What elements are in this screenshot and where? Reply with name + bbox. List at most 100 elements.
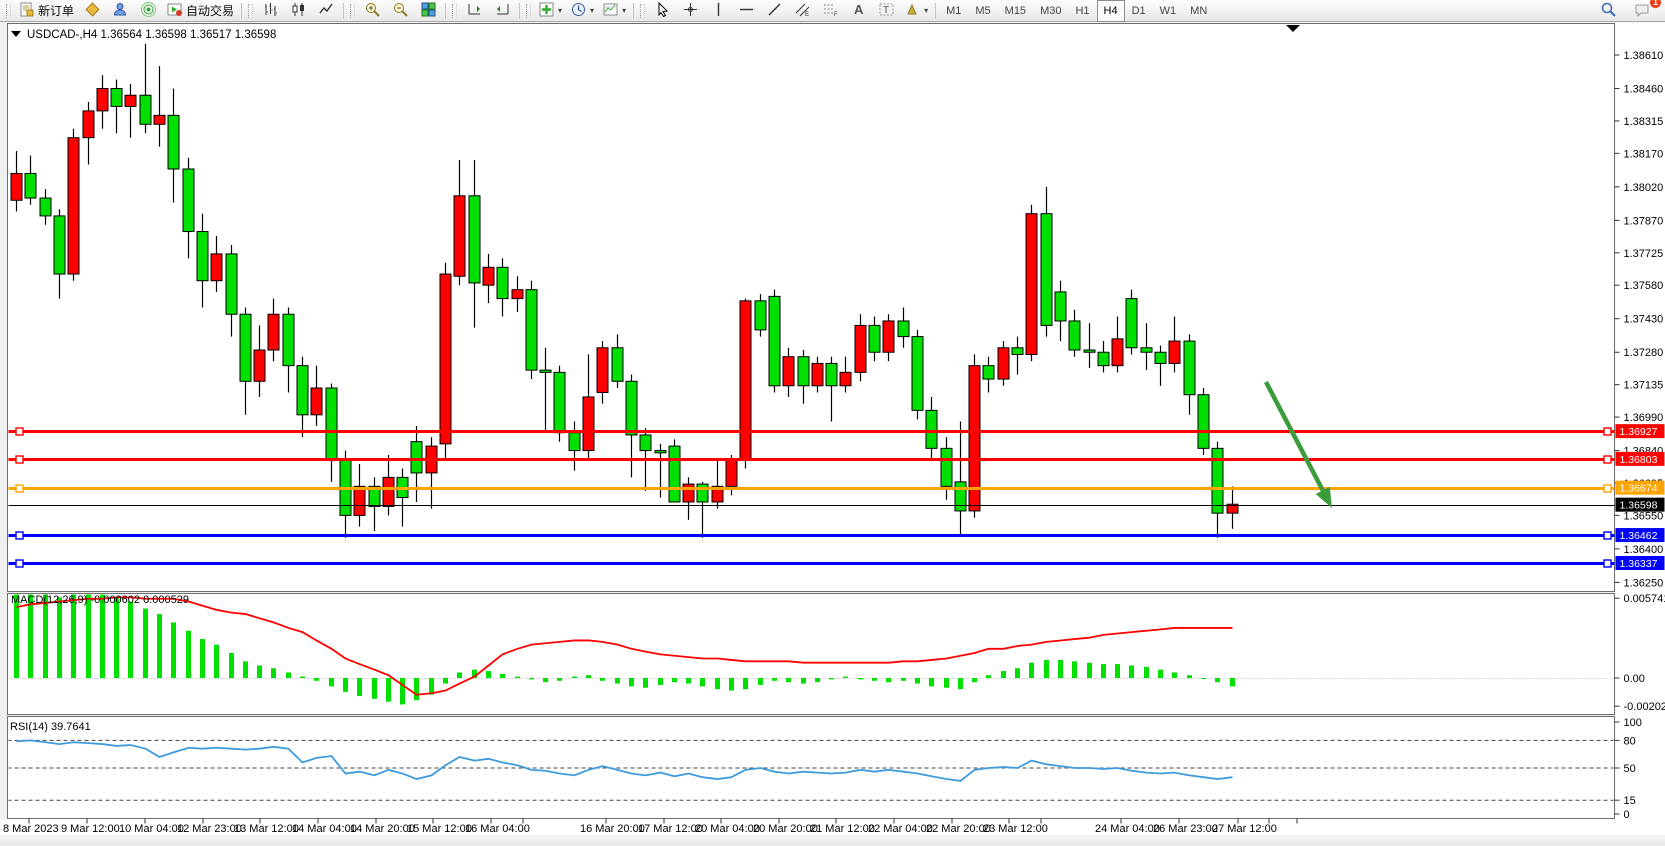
line-handle[interactable] [1604,560,1611,567]
indicators-button[interactable]: ▾ [534,0,566,22]
line-handle[interactable] [16,560,23,567]
line-handle[interactable] [16,456,23,463]
vertical-line-button[interactable] [704,0,732,22]
line-handle[interactable] [1604,485,1611,492]
auto-scroll-button[interactable] [488,0,516,22]
svg-text:13 Mar 12:00: 13 Mar 12:00 [234,823,299,835]
trading-terminal: { "toolbar": { "groups": [ {"items":[{"n… [0,0,1665,841]
text-label-button[interactable]: T [872,0,900,22]
tile-windows-button[interactable] [414,0,442,22]
text-icon: A [850,1,867,21]
svg-text:1.37870: 1.37870 [1624,215,1664,227]
svg-text:E: E [805,12,809,18]
svg-text:15 Mar 12:00: 15 Mar 12:00 [407,823,472,835]
svg-text:0.005741: 0.005741 [1624,593,1665,605]
timeframe-m30-button[interactable]: M30 [1033,0,1068,22]
new-order-button[interactable]: 新订单 [14,0,78,22]
timeframe-m1-button[interactable]: M1 [939,0,968,22]
trendline-icon [766,1,783,21]
chat-icon [1634,1,1651,21]
signals-button[interactable] [134,0,162,22]
toolbar-separator [343,3,344,19]
line-handle[interactable] [1604,456,1611,463]
line-chart-button[interactable] [312,0,340,22]
search-icon [1600,1,1617,21]
chart-canvas[interactable]: USDCAD-,H4 1.36564 1.36598 1.36517 1.365… [0,0,1665,841]
chat-badge: 1 [1650,0,1661,8]
svg-text:1.36990: 1.36990 [1624,412,1664,424]
templates-button[interactable]: ▾ [598,0,630,22]
signals-icon [140,1,157,21]
svg-text:26 Mar 23:00: 26 Mar 23:00 [1153,823,1218,835]
new-order-label: 新订单 [38,2,74,19]
chart-shift-button[interactable] [460,0,488,22]
timeframe-w1-button[interactable]: W1 [1153,0,1184,22]
svg-text:20 Mar 04:00: 20 Mar 04:00 [695,823,760,835]
line-handle[interactable] [1604,428,1611,435]
auto-trading-button[interactable]: 自动交易 [162,0,238,22]
trendline-button[interactable] [760,0,788,22]
line-handle[interactable] [1604,532,1611,539]
toolbar-grip [526,4,531,18]
svg-text:21 Mar 12:00: 21 Mar 12:00 [810,823,875,835]
zoom-in-button[interactable] [358,0,386,22]
search-button[interactable] [1594,0,1622,22]
timeframe-m5-button[interactable]: M5 [968,0,997,22]
svg-text:17 Mar 12:00: 17 Mar 12:00 [638,823,703,835]
svg-text:1.36550: 1.36550 [1624,510,1664,522]
toolbar-grip [6,4,11,18]
svg-text:1.38170: 1.38170 [1624,148,1664,160]
line-handle[interactable] [16,485,23,492]
svg-text:A: A [854,2,864,17]
svg-text:1.36400: 1.36400 [1624,544,1664,556]
svg-text:8 Mar 2023: 8 Mar 2023 [3,823,59,835]
text-button[interactable]: A [844,0,872,22]
auto-trading-label: 自动交易 [186,2,234,19]
cursor-icon [654,1,671,21]
svg-text:50: 50 [1624,763,1636,775]
svg-text:22 Mar 20:00: 22 Mar 20:00 [926,823,991,835]
periods-button[interactable]: ▾ [566,0,598,22]
svg-text:14 Mar 20:00: 14 Mar 20:00 [350,823,415,835]
toolbar-grip [350,4,355,18]
line-handle[interactable] [16,428,23,435]
channel-icon: E [794,1,811,21]
autotrade-icon [166,1,183,21]
timeframe-h4-button[interactable]: H4 [1097,0,1125,22]
timeframe-d1-button[interactable]: D1 [1125,0,1153,22]
svg-text:22 Mar 04:00: 22 Mar 04:00 [868,823,933,835]
fibonacci-button[interactable]: F [816,0,844,22]
cursor-button[interactable] [648,0,676,22]
svg-text:0.00: 0.00 [1624,673,1645,685]
candlestick-chart-button[interactable] [284,0,312,22]
equidistant-channel-button[interactable]: E [788,0,816,22]
zoom-out-button[interactable] [386,0,414,22]
text-label-icon: T [878,1,895,21]
new-order-icon [18,1,35,21]
horizontal-line-button[interactable] [732,0,760,22]
svg-text:23 Mar 12:00: 23 Mar 12:00 [983,823,1048,835]
timeframe-m15-button[interactable]: M15 [998,0,1033,22]
chat-button[interactable]: 1 [1628,0,1656,22]
horizontal-line-icon [738,1,755,21]
svg-text:27 Mar 12:00: 27 Mar 12:00 [1212,823,1277,835]
crosshair-button[interactable] [676,0,704,22]
svg-text:20 Mar 20:00: 20 Mar 20:00 [753,823,818,835]
auto-scroll-icon [494,1,511,21]
bar-chart-button[interactable] [256,0,284,22]
timeframe-h1-button[interactable]: H1 [1068,0,1096,22]
svg-text:80: 80 [1624,735,1636,747]
chevron-down-icon: ▾ [558,6,562,15]
line-handle[interactable] [16,532,23,539]
vertical-line-icon [710,1,727,21]
toolbar-grip [452,4,457,18]
timeframe-mn-button[interactable]: MN [1183,0,1214,22]
svg-text:1.37280: 1.37280 [1624,347,1664,359]
toolbar-separator [445,3,446,19]
market-watch-button[interactable] [106,0,134,22]
arrows-button[interactable]: ▾ [900,0,932,22]
toolbar-separator [519,3,520,19]
svg-text:1.38020: 1.38020 [1624,182,1664,194]
market-watch-icon [112,1,129,21]
chart-window-button[interactable] [78,0,106,22]
